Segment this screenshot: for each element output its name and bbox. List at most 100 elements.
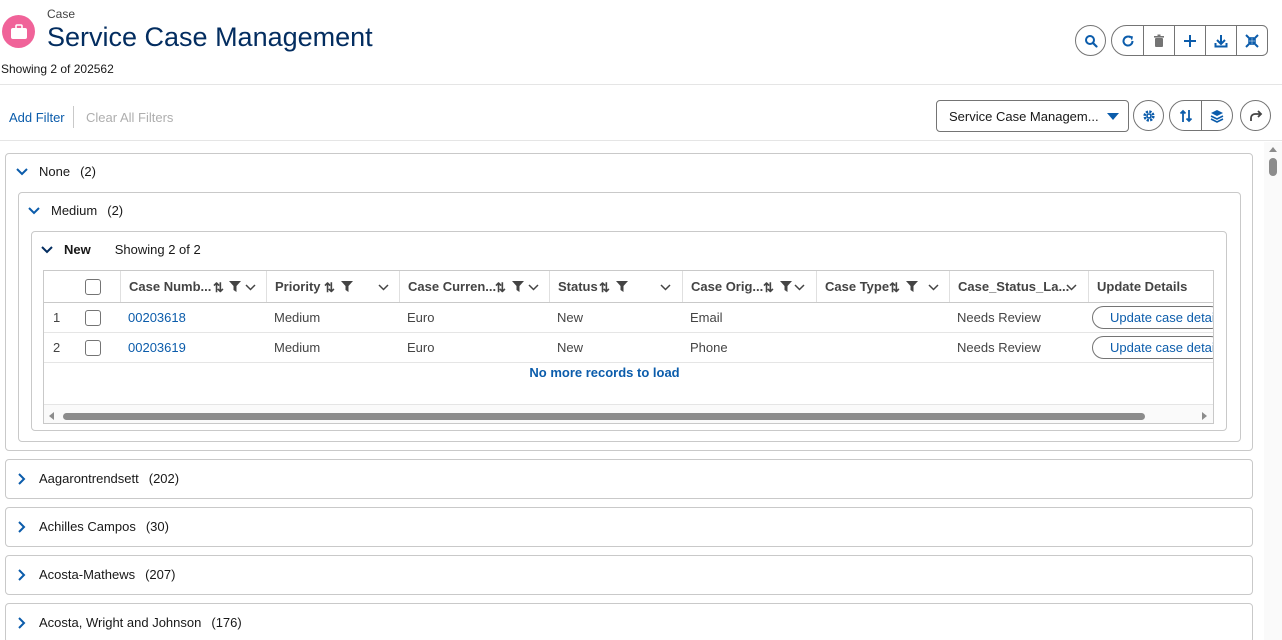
case-number-link[interactable]: 00203619 bbox=[128, 340, 186, 355]
page-header: Case Service Case Management Showing 2 o… bbox=[0, 0, 1282, 85]
group-name: Aagarontrendsett bbox=[39, 471, 139, 486]
scroll-left-icon[interactable] bbox=[49, 412, 54, 420]
chevron-down-icon[interactable] bbox=[245, 284, 256, 291]
select-all-checkbox[interactable] bbox=[85, 279, 101, 295]
table-row: 2 00203619 Medium Euro New Phone Needs R… bbox=[44, 333, 1213, 363]
filter-divider bbox=[73, 106, 74, 128]
group-toggle[interactable]: Acosta-Mathews (207) bbox=[16, 567, 175, 582]
sort-layers-group bbox=[1169, 100, 1233, 131]
group-card-collapsed[interactable]: Achilles Campos (30) bbox=[5, 507, 1253, 547]
case-number-link[interactable]: 00203618 bbox=[128, 310, 186, 325]
add-icon bbox=[1184, 34, 1196, 47]
column-header-case-type[interactable]: Case Type ⇅ bbox=[816, 271, 949, 302]
filter-icon[interactable] bbox=[780, 281, 792, 292]
group-toggle-none[interactable]: None (2) bbox=[16, 164, 96, 179]
add-filter-link[interactable]: Add Filter bbox=[9, 110, 65, 125]
status-label-cell: Needs Review bbox=[957, 310, 1041, 325]
scrollbar-thumb[interactable] bbox=[63, 413, 1145, 420]
group-name: None bbox=[39, 164, 71, 179]
page-title: Service Case Management bbox=[47, 22, 373, 52]
list-view-select[interactable]: Service Case Managem... bbox=[936, 100, 1129, 132]
chevron-down-icon[interactable] bbox=[794, 284, 805, 291]
chevron-right-icon bbox=[18, 472, 26, 485]
filter-icon[interactable] bbox=[341, 281, 353, 292]
chevron-down-icon[interactable] bbox=[928, 284, 939, 291]
refresh-icon bbox=[1122, 35, 1134, 47]
filter-icon[interactable] bbox=[512, 281, 524, 292]
add-button[interactable] bbox=[1174, 26, 1205, 55]
group-toggle-medium[interactable]: Medium (2) bbox=[28, 203, 123, 218]
group-toggle[interactable]: Acosta, Wright and Johnson (176) bbox=[16, 615, 242, 630]
group-card-collapsed[interactable]: Acosta-Mathews (207) bbox=[5, 555, 1253, 595]
status-cell: New bbox=[557, 310, 584, 325]
table-header-row: Case Numb... ⇅ Priority ⇅ Case Curren...… bbox=[44, 271, 1213, 303]
filter-bar: Add Filter Clear All Filters Service Cas… bbox=[0, 86, 1282, 141]
scroll-up-icon[interactable] bbox=[1269, 147, 1277, 152]
column-header-case-currency[interactable]: Case Curren... ⇅ bbox=[399, 271, 549, 302]
update-case-details-button[interactable]: Update case details bbox=[1092, 336, 1213, 359]
filter-icon[interactable] bbox=[229, 281, 241, 292]
chevron-down-icon[interactable] bbox=[660, 284, 671, 291]
share-button[interactable] bbox=[1240, 100, 1271, 131]
column-header-case-number[interactable]: Case Numb... ⇅ bbox=[120, 271, 266, 302]
horizontal-scrollbar[interactable] bbox=[44, 404, 1213, 423]
column-header-case-origin[interactable]: Case Orig... ⇅ bbox=[682, 271, 816, 302]
object-label: Case bbox=[47, 7, 76, 21]
sort-icon[interactable]: ⇅ bbox=[889, 280, 900, 296]
group-card-collapsed[interactable]: Acosta, Wright and Johnson (176) bbox=[5, 603, 1253, 640]
collapse-button[interactable] bbox=[1236, 26, 1267, 55]
delete-button[interactable] bbox=[1143, 26, 1174, 55]
currency-cell: Euro bbox=[407, 310, 435, 325]
chevron-down-icon[interactable] bbox=[528, 284, 539, 291]
chevron-down-icon[interactable] bbox=[378, 284, 389, 291]
filter-icon[interactable] bbox=[616, 281, 628, 292]
priority-cell: Medium bbox=[274, 340, 321, 355]
sort-icon bbox=[1179, 109, 1192, 122]
case-briefcase-icon bbox=[2, 15, 35, 48]
settings-button[interactable] bbox=[1133, 100, 1164, 131]
update-case-details-button[interactable]: Update case details bbox=[1092, 306, 1213, 329]
row-checkbox[interactable] bbox=[85, 340, 101, 356]
group-card-collapsed[interactable]: Aagarontrendsett (202) bbox=[5, 459, 1253, 499]
status-label-cell: Needs Review bbox=[957, 340, 1041, 355]
no-more-records-message: No more records to load bbox=[529, 365, 680, 380]
status-cell: New bbox=[557, 340, 584, 355]
currency-cell: Euro bbox=[407, 340, 435, 355]
sort-icon[interactable]: ⇅ bbox=[599, 280, 610, 296]
origin-cell: Phone bbox=[690, 340, 728, 355]
group-toggle-new[interactable]: New Showing 2 of 2 bbox=[41, 242, 201, 257]
chevron-down-icon bbox=[41, 245, 53, 253]
row-checkbox[interactable] bbox=[85, 310, 101, 326]
chevron-right-icon bbox=[18, 520, 26, 533]
group-toggle[interactable]: Aagarontrendsett (202) bbox=[16, 471, 179, 486]
scroll-right-icon[interactable] bbox=[1202, 412, 1207, 420]
column-header-status[interactable]: Status ⇅ bbox=[549, 271, 682, 302]
grouped-list: None (2) Medium (2) New Showing 2 of 2 C… bbox=[0, 142, 1264, 640]
refresh-button[interactable] bbox=[1112, 26, 1143, 55]
group-count: (2) bbox=[80, 164, 96, 179]
sort-icon[interactable]: ⇅ bbox=[495, 280, 506, 296]
group-name: New bbox=[64, 242, 91, 257]
sort-button[interactable] bbox=[1170, 101, 1201, 130]
filter-icon[interactable] bbox=[906, 281, 918, 292]
search-button[interactable] bbox=[1075, 25, 1106, 56]
row-number: 1 bbox=[53, 310, 61, 325]
settings-icon bbox=[1142, 109, 1155, 122]
group-toggle[interactable]: Achilles Campos (30) bbox=[16, 519, 169, 534]
chevron-down-icon[interactable] bbox=[1066, 284, 1077, 291]
layers-button[interactable] bbox=[1201, 101, 1232, 130]
download-button[interactable] bbox=[1205, 26, 1236, 55]
column-header-case-status-label[interactable]: Case_Status_La... bbox=[949, 271, 1088, 302]
clear-all-filters-link[interactable]: Clear All Filters bbox=[86, 110, 173, 125]
group-name: Achilles Campos bbox=[39, 519, 136, 534]
sort-icon[interactable]: ⇅ bbox=[213, 280, 224, 296]
sort-icon[interactable]: ⇅ bbox=[763, 280, 774, 296]
sort-icon[interactable]: ⇅ bbox=[324, 280, 335, 296]
group-count: (207) bbox=[145, 567, 176, 582]
column-header-update-details[interactable]: Update Details bbox=[1088, 271, 1213, 302]
record-count: Showing 2 of 202562 bbox=[1, 62, 114, 76]
group-count: (176) bbox=[211, 615, 242, 630]
scrollbar-thumb[interactable] bbox=[1269, 158, 1277, 176]
vertical-scrollbar[interactable] bbox=[1264, 142, 1282, 640]
column-header-priority[interactable]: Priority ⇅ bbox=[266, 271, 399, 302]
